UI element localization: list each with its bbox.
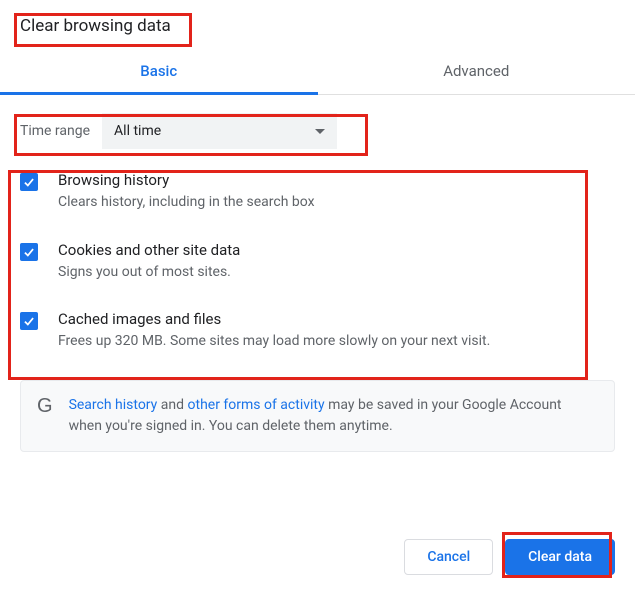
option-title: Cookies and other site data: [58, 241, 240, 259]
option-title: Cached images and files: [58, 310, 490, 328]
chevron-down-icon: [315, 129, 325, 134]
dialog-buttons: Cancel Clear data: [404, 539, 615, 575]
search-history-link[interactable]: Search history: [69, 397, 158, 413]
checkbox-cookies[interactable]: [20, 243, 38, 261]
tab-basic[interactable]: Basic: [0, 48, 318, 94]
check-icon: [22, 314, 36, 328]
clear-data-button[interactable]: Clear data: [505, 539, 615, 575]
time-range-value: All time: [114, 123, 161, 139]
option-cookies: Cookies and other site data Signs you ou…: [20, 241, 615, 283]
option-desc: Clears history, including in the search …: [58, 193, 315, 213]
option-title: Browsing history: [58, 171, 315, 189]
check-icon: [22, 175, 36, 189]
option-text: Cached images and files Frees up 320 MB.…: [58, 310, 490, 352]
option-browsing-history: Browsing history Clears history, includi…: [20, 171, 615, 213]
option-text: Browsing history Clears history, includi…: [58, 171, 315, 213]
checkbox-browsing-history[interactable]: [20, 173, 38, 191]
option-desc: Frees up 320 MB. Some sites may load mor…: [58, 332, 490, 352]
info-box: G Search history and other forms of acti…: [20, 380, 615, 452]
cancel-button[interactable]: Cancel: [404, 539, 493, 575]
google-icon: G: [37, 395, 53, 418]
clear-browsing-dialog: Clear browsing data Basic Advanced Time …: [0, 0, 635, 452]
time-range-label: Time range: [20, 123, 90, 139]
option-text: Cookies and other site data Signs you ou…: [58, 241, 240, 283]
checkbox-cached[interactable]: [20, 312, 38, 330]
info-text: Search history and other forms of activi…: [69, 395, 598, 437]
dialog-title: Clear browsing data: [0, 0, 635, 48]
options-list: Browsing history Clears history, includi…: [20, 171, 615, 352]
option-desc: Signs you out of most sites.: [58, 263, 240, 283]
tabs: Basic Advanced: [0, 48, 635, 95]
time-range-row: Time range All time: [20, 113, 615, 149]
check-icon: [22, 245, 36, 259]
option-cached: Cached images and files Frees up 320 MB.…: [20, 310, 615, 352]
time-range-select[interactable]: All time: [102, 113, 337, 149]
other-activity-link[interactable]: other forms of activity: [188, 397, 325, 413]
tab-advanced[interactable]: Advanced: [318, 48, 635, 94]
